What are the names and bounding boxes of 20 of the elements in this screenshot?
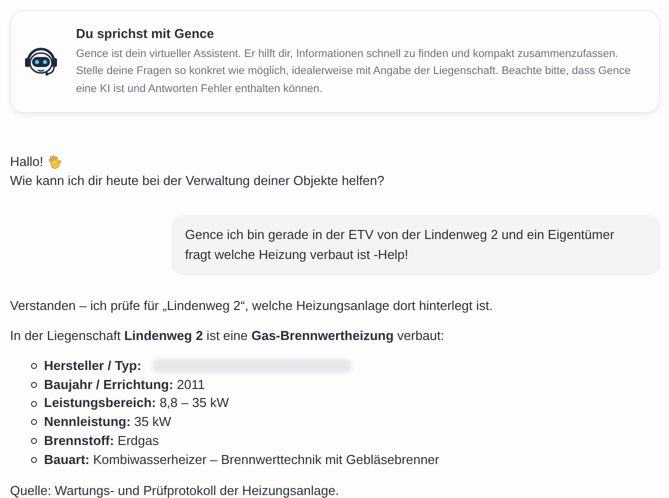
message-text: In der Liegenschaft Lindenweg 2 ist eine Gas-Brennwertheizung verbaut: <box>10 327 446 345</box>
list-item-text: Baujahr / Errichtung: 2011 <box>44 376 205 394</box>
list-item-text: Nennleistung: 35 kW <box>44 413 172 432</box>
bullet-icon <box>31 419 37 426</box>
bullet-icon <box>31 438 37 444</box>
source-text: Quelle: Wartungs- und Prüfprotokoll der Heizungsanlage. <box>10 482 340 498</box>
card-title: Du sprichst mit Gence <box>76 25 215 43</box>
message-text: Wie kann ich dir heute bei der Verwaltung deiner Objekte helfen? <box>10 172 384 190</box>
bullet-icon <box>31 400 37 407</box>
bullet-icon <box>31 382 37 388</box>
user-message: Gence ich bin gerade in der ETV von der Lindenweg 2 und ein Eigentümer fragt welche Heizung verbaut ist -Help! <box>172 215 660 274</box>
list-item-text: Brennstoff: Erdgas <box>44 432 159 450</box>
list-item-text: Hersteller / Typ: <box>44 357 142 375</box>
list-item-text: Leistungsbereich: 8,8 – 35 kW <box>44 394 229 412</box>
bullet-icon <box>31 363 37 370</box>
bullet-icon <box>31 456 37 463</box>
message-text: Hallo! <box>10 153 44 171</box>
card-description: Gence ist dein virtueller Assistent. Er hilft dir, Informationen schnell zu finden und kompakt zusammenzufassen. Stelle deine Fragen so konkret wie möglich, idealerweise mit Angabe der Liegenschaft. Beachte bitte, dass Gence eine KI ist und Antworten Fehler enthalten können. <box>76 46 632 96</box>
message-text: Verstanden – ich prüfe für „Lindenweg 2“, welche Heizungsanlage dort hinterlegt ist. <box>10 297 494 315</box>
list-item-text: Bauart: Kombiwasserheizer – Brennwerttechnik mit Gebläsebrenner <box>44 450 440 469</box>
